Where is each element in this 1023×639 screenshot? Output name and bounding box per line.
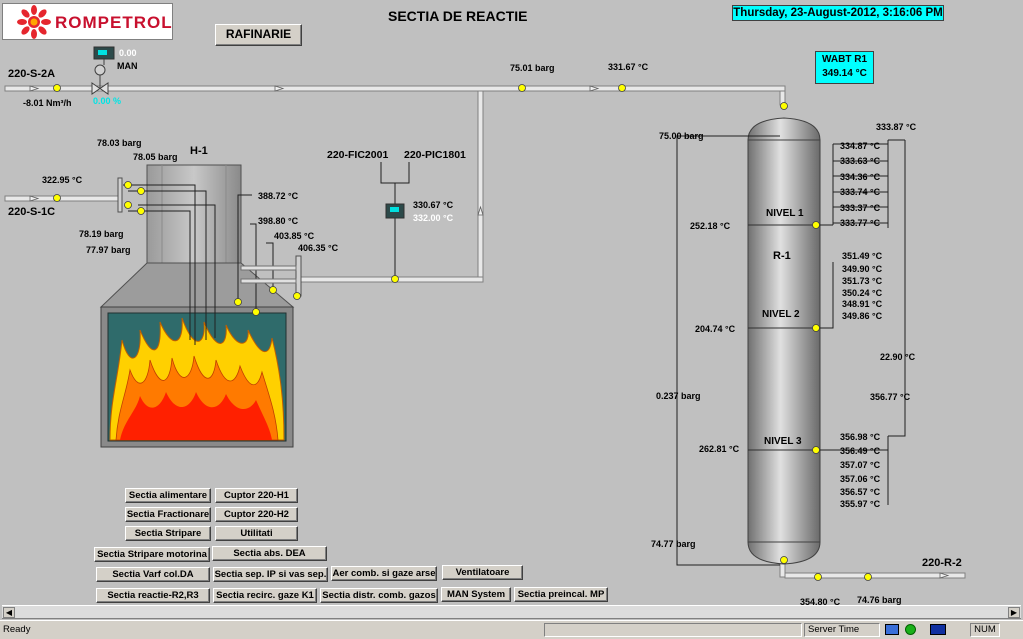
nivel2-temp: 349.86 °C	[842, 311, 883, 321]
nivel1-temp: 334.36 °C	[840, 172, 881, 182]
wabt-panel: WABT R1 349.14 °C	[815, 51, 874, 84]
nivel3-temp: 356.98 °C	[840, 432, 881, 442]
page-title: SECTIA DE REACTIE	[388, 8, 528, 24]
furnace-temp-1: 388.72 °C	[258, 191, 299, 201]
reactor-top-pressure: 75.00 barg	[659, 131, 704, 141]
nivel1-left-temp: 252.18 °C	[690, 221, 731, 231]
status-pane	[544, 623, 802, 637]
nivel3-temp: 356.57 °C	[840, 487, 881, 497]
windows-icon	[885, 624, 899, 635]
rafinarie-button[interactable]: RAFINARIE	[215, 24, 302, 46]
nivel3-temp: 357.07 °C	[840, 460, 881, 470]
nav-button-sectia-alimentare[interactable]: Sectia alimentare	[125, 488, 211, 503]
connection-status-icon	[905, 624, 916, 635]
controller-lines	[380, 162, 410, 279]
nav-button-preincal-mp[interactable]: Sectia preincal. MP	[514, 587, 608, 602]
nivel2-temp: 351.49 °C	[842, 251, 883, 261]
valve-mode[interactable]: MAN	[117, 60, 138, 72]
furnace-pressure-3: 78.19 barg	[79, 229, 124, 239]
nivel3-temp: 357.06 °C	[840, 474, 881, 484]
line-pressure: 75.01 barg	[510, 63, 555, 73]
furnace-pressure-1: 78.03 barg	[97, 138, 142, 148]
nivel2-label: NIVEL 2	[762, 309, 800, 320]
status-bar: Ready Server Time NUM	[0, 620, 1023, 639]
bed-delta-t: 22.90 °C	[880, 352, 916, 362]
logo-text: ROMPETROL	[55, 13, 173, 32]
nav-button-utilitati[interactable]: Utilitati	[215, 526, 298, 541]
nav-button-sep-ip[interactable]: Sectia sep. IP si vas sep.	[213, 567, 328, 582]
nivel2-temp: 351.73 °C	[842, 276, 883, 286]
wabt-value: 349.14 °C	[822, 68, 867, 79]
controller-sp: 332.00 °C	[413, 213, 454, 223]
reactor-bottom-pressure: 74.77 barg	[651, 539, 696, 549]
furnace-pressure-4: 77.97 barg	[86, 245, 131, 255]
tag-220-s-2a: 220-S-2A	[8, 68, 56, 80]
furnace-tag: H-1	[190, 145, 208, 157]
nav-button-ventilatoare[interactable]: Ventilatoare	[442, 565, 523, 580]
scroll-right-icon[interactable]: ▶	[1008, 607, 1020, 618]
nav-button-recirc-gaze[interactable]: Sectia recirc. gaze K1	[213, 588, 317, 603]
nivel1-temp: 334.87 °C	[840, 141, 881, 151]
nivel3-left-temp: 262.81 °C	[699, 444, 740, 454]
nav-button-reactie-r2-r3[interactable]: Sectia reactie-R2,R3	[96, 588, 210, 603]
furnace-temp-4: 406.35 °C	[298, 243, 339, 253]
datetime-display: Thursday, 23-August-2012, 3:16:06 PM	[732, 5, 944, 21]
nav-button-sectia-stripare[interactable]: Sectia Stripare	[125, 526, 211, 541]
tag-220-s-1c: 220-S-1C	[8, 206, 56, 218]
nav-button-cuptor-h1[interactable]: Cuptor 220-H1	[215, 488, 298, 503]
controller-faceplate-icon	[385, 203, 405, 219]
feed-flow-value: -8.01 Nm³/h	[23, 98, 72, 108]
nivel3-temp: 356.49 °C	[840, 446, 881, 456]
status-ready: Ready	[3, 624, 31, 635]
nivel1-temp: 333.37 °C	[840, 203, 881, 213]
nivel1-temp: 333.74 °C	[840, 187, 881, 197]
scada-screen: ROMPETROL SECTIA DE REACTIE Thursday, 23…	[0, 0, 1023, 639]
outlet-tag: 220-R-2	[922, 557, 962, 569]
server-time-label: Server Time	[804, 623, 880, 637]
fic-tag[interactable]: 220-FIC2001	[327, 149, 388, 161]
scroll-left-icon[interactable]: ◀	[3, 607, 15, 618]
controller-pv: 330.67 °C	[413, 200, 454, 210]
nav-button-distr-comb[interactable]: Sectia distr. comb. gazos	[320, 588, 438, 603]
pic-tag[interactable]: 220-PIC1801	[404, 149, 466, 161]
reactor-mid-temp: 356.77 °C	[870, 392, 911, 402]
reactor-r1	[747, 117, 821, 565]
sun-logo-icon	[17, 5, 51, 39]
nav-button-cuptor-h2[interactable]: Cuptor 220-H2	[215, 507, 298, 522]
reactor-top-temp: 333.87 °C	[876, 122, 917, 132]
company-logo: ROMPETROL	[2, 3, 173, 40]
nav-button-stripare-motorina[interactable]: Sectia Stripare motorina	[94, 547, 210, 562]
nivel2-temp: 348.91 °C	[842, 299, 883, 309]
furnace-pressure-2: 78.05 barg	[133, 152, 178, 162]
horizontal-scrollbar[interactable]: ◀ ▶	[2, 605, 1021, 619]
furnace-inlet-temp: 322.95 °C	[42, 175, 83, 185]
nav-button-sectia-fractionare[interactable]: Sectia Fractionare	[125, 507, 211, 522]
nivel1-temp: 333.77 °C	[840, 218, 881, 228]
nav-button-man-system[interactable]: MAN System	[441, 587, 511, 602]
furnace-temp-2: 398.80 °C	[258, 216, 299, 226]
line-temperature: 331.67 °C	[608, 62, 649, 72]
nav-button-abs-dea[interactable]: Sectia abs. DEA	[212, 546, 327, 561]
nav-button-aer-comb[interactable]: Aer comb. si gaze arse	[331, 566, 437, 581]
valve-output: 0.00 %	[93, 96, 122, 106]
nivel1-label: NIVEL 1	[766, 208, 804, 219]
nav-button-varf-col-da[interactable]: Sectia Varf col.DA	[96, 567, 210, 582]
furnace-temp-3: 403.85 °C	[274, 231, 315, 241]
reactor-dp: 0.237 barg	[656, 391, 701, 401]
reactor-tag: R-1	[773, 250, 791, 262]
nivel1-temp: 333.63 °C	[840, 156, 881, 166]
valve-value: 0.00	[119, 48, 137, 58]
num-lock-indicator: NUM	[970, 623, 1000, 637]
nivel2-left-temp: 204.74 °C	[695, 324, 736, 334]
nivel2-temp: 349.90 °C	[842, 264, 883, 274]
nivel3-temp: 355.97 °C	[840, 499, 881, 509]
nivel3-label: NIVEL 3	[764, 436, 802, 447]
monitor-icon	[930, 624, 946, 635]
wabt-title: WABT R1	[822, 54, 867, 65]
